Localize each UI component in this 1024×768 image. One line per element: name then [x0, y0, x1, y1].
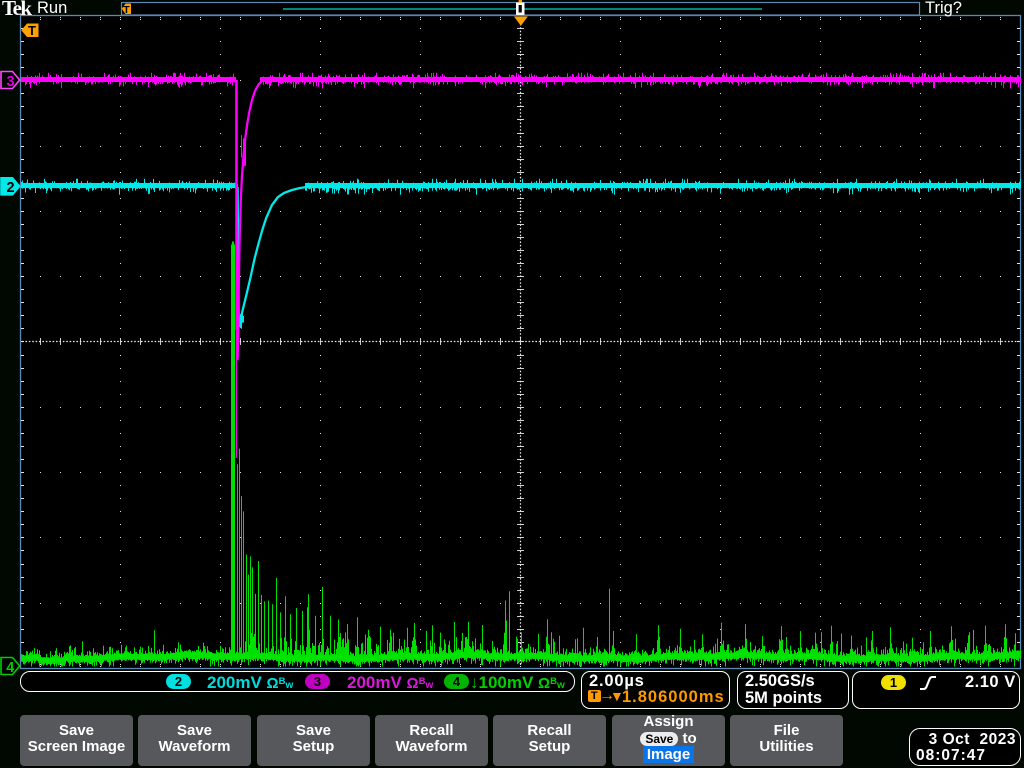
svg-text:2: 2	[7, 180, 15, 196]
svg-text:4: 4	[6, 660, 14, 676]
svg-text:3: 3	[7, 74, 15, 90]
svg-text:T: T	[28, 23, 36, 38]
svg-text:T: T	[123, 4, 130, 16]
